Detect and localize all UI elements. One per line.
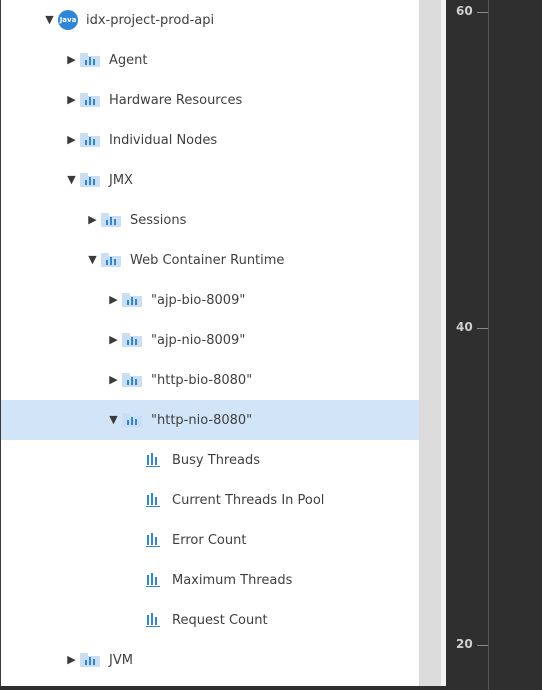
bar-chart-icon bbox=[146, 533, 160, 547]
y-tick-label: 60 bbox=[456, 4, 473, 18]
tree-node-ajp-bio-8009[interactable]: ▶ "ajp-bio-8009" bbox=[1, 280, 419, 320]
tree-node-ajp-nio-8009[interactable]: ▶ "ajp-nio-8009" bbox=[1, 320, 419, 360]
tree-node-jvm[interactable]: ▶ JVM bbox=[1, 640, 419, 680]
folder-chart-icon bbox=[122, 373, 142, 387]
collapsed-arrow-icon[interactable]: ▶ bbox=[108, 280, 119, 320]
metric-label: Busy Threads bbox=[172, 452, 260, 468]
folder-chart-icon bbox=[122, 333, 142, 347]
tree-node-web-container-runtime[interactable]: ▼ Web Container Runtime bbox=[1, 240, 419, 280]
chart-axis-line bbox=[488, 0, 489, 690]
folder-chart-icon bbox=[80, 173, 100, 187]
collapsed-arrow-icon[interactable]: ▶ bbox=[87, 200, 98, 240]
folder-chart-icon bbox=[80, 653, 100, 667]
metric-maximum-threads[interactable]: Maximum Threads bbox=[1, 560, 419, 600]
tree-node-jmx[interactable]: ▼ JMX bbox=[1, 160, 419, 200]
collapsed-arrow-icon[interactable]: ▶ bbox=[66, 640, 77, 680]
tree-node-label: idx-project-prod-api bbox=[86, 12, 215, 28]
tree-node-individual-nodes[interactable]: ▶ Individual Nodes bbox=[1, 120, 419, 160]
tree-node-agent[interactable]: ▶ Agent bbox=[1, 40, 419, 80]
folder-chart-icon bbox=[122, 413, 142, 427]
folder-chart-icon bbox=[122, 293, 142, 307]
expand-arrow-icon[interactable]: ▼ bbox=[44, 0, 55, 40]
tree-node-label: "ajp-bio-8009" bbox=[151, 292, 246, 308]
metric-label: Error Count bbox=[172, 532, 247, 548]
collapsed-arrow-icon[interactable]: ▶ bbox=[66, 40, 77, 80]
expand-arrow-icon[interactable]: ▼ bbox=[66, 160, 77, 200]
tree-node-label: Individual Nodes bbox=[109, 132, 218, 148]
metric-error-count[interactable]: Error Count bbox=[1, 520, 419, 560]
metric-label: Maximum Threads bbox=[172, 572, 293, 588]
tree-node-label: Web Container Runtime bbox=[130, 252, 285, 268]
folder-chart-icon bbox=[80, 53, 100, 67]
chart-area bbox=[446, 0, 542, 690]
tree-node-http-nio-8080[interactable]: ▼ "http-nio-8080" bbox=[1, 400, 419, 440]
folder-chart-icon bbox=[101, 213, 121, 227]
tree-node-label: "http-bio-8080" bbox=[151, 372, 253, 388]
metric-busy-threads[interactable]: Busy Threads bbox=[1, 440, 419, 480]
tree-node-http-bio-8080[interactable]: ▶ "http-bio-8080" bbox=[1, 360, 419, 400]
expand-arrow-icon[interactable]: ▼ bbox=[87, 240, 98, 280]
tree-node-label: "ajp-nio-8009" bbox=[151, 332, 246, 348]
metric-label: Request Count bbox=[172, 612, 268, 628]
bar-chart-icon bbox=[146, 453, 160, 467]
tree-node-root[interactable]: ▼ Java idx-project-prod-api bbox=[1, 0, 419, 40]
folder-chart-icon bbox=[80, 93, 100, 107]
collapsed-arrow-icon[interactable]: ▶ bbox=[66, 80, 77, 120]
tree-node-label: Agent bbox=[109, 52, 148, 68]
java-icon: Java bbox=[58, 10, 78, 30]
tree-node-label: "http-nio-8080" bbox=[151, 412, 253, 428]
tree-node-label: Sessions bbox=[130, 212, 187, 228]
folder-chart-icon bbox=[80, 133, 100, 147]
tree-node-sessions[interactable]: ▶ Sessions bbox=[1, 200, 419, 240]
metric-tree-panel: ▼ Java idx-project-prod-api ▶ Agent ▶ Ha… bbox=[0, 0, 419, 690]
tree-node-label: JMX bbox=[109, 172, 133, 188]
y-tick-mark bbox=[477, 645, 488, 646]
panel-bottom-border bbox=[0, 686, 446, 690]
metric-request-count[interactable]: Request Count bbox=[1, 600, 419, 640]
metric-current-threads-in-pool[interactable]: Current Threads In Pool bbox=[1, 480, 419, 520]
tree-node-label: Hardware Resources bbox=[109, 92, 243, 108]
tree-node-hardware-resources[interactable]: ▶ Hardware Resources bbox=[1, 80, 419, 120]
y-tick-label: 20 bbox=[456, 637, 473, 651]
bar-chart-icon bbox=[146, 573, 160, 587]
folder-chart-icon bbox=[101, 253, 121, 267]
collapsed-arrow-icon[interactable]: ▶ bbox=[108, 360, 119, 400]
bar-chart-icon bbox=[146, 613, 160, 627]
y-tick-label: 40 bbox=[456, 320, 473, 334]
bar-chart-icon bbox=[146, 493, 160, 507]
collapsed-arrow-icon[interactable]: ▶ bbox=[108, 320, 119, 360]
tree-node-label: JVM bbox=[109, 652, 133, 668]
collapsed-arrow-icon[interactable]: ▶ bbox=[66, 120, 77, 160]
y-tick-mark bbox=[477, 12, 488, 13]
metric-label: Current Threads In Pool bbox=[172, 492, 325, 508]
vertical-scrollbar[interactable] bbox=[419, 0, 441, 690]
y-tick-mark bbox=[477, 328, 488, 329]
expand-arrow-icon[interactable]: ▼ bbox=[108, 400, 119, 440]
